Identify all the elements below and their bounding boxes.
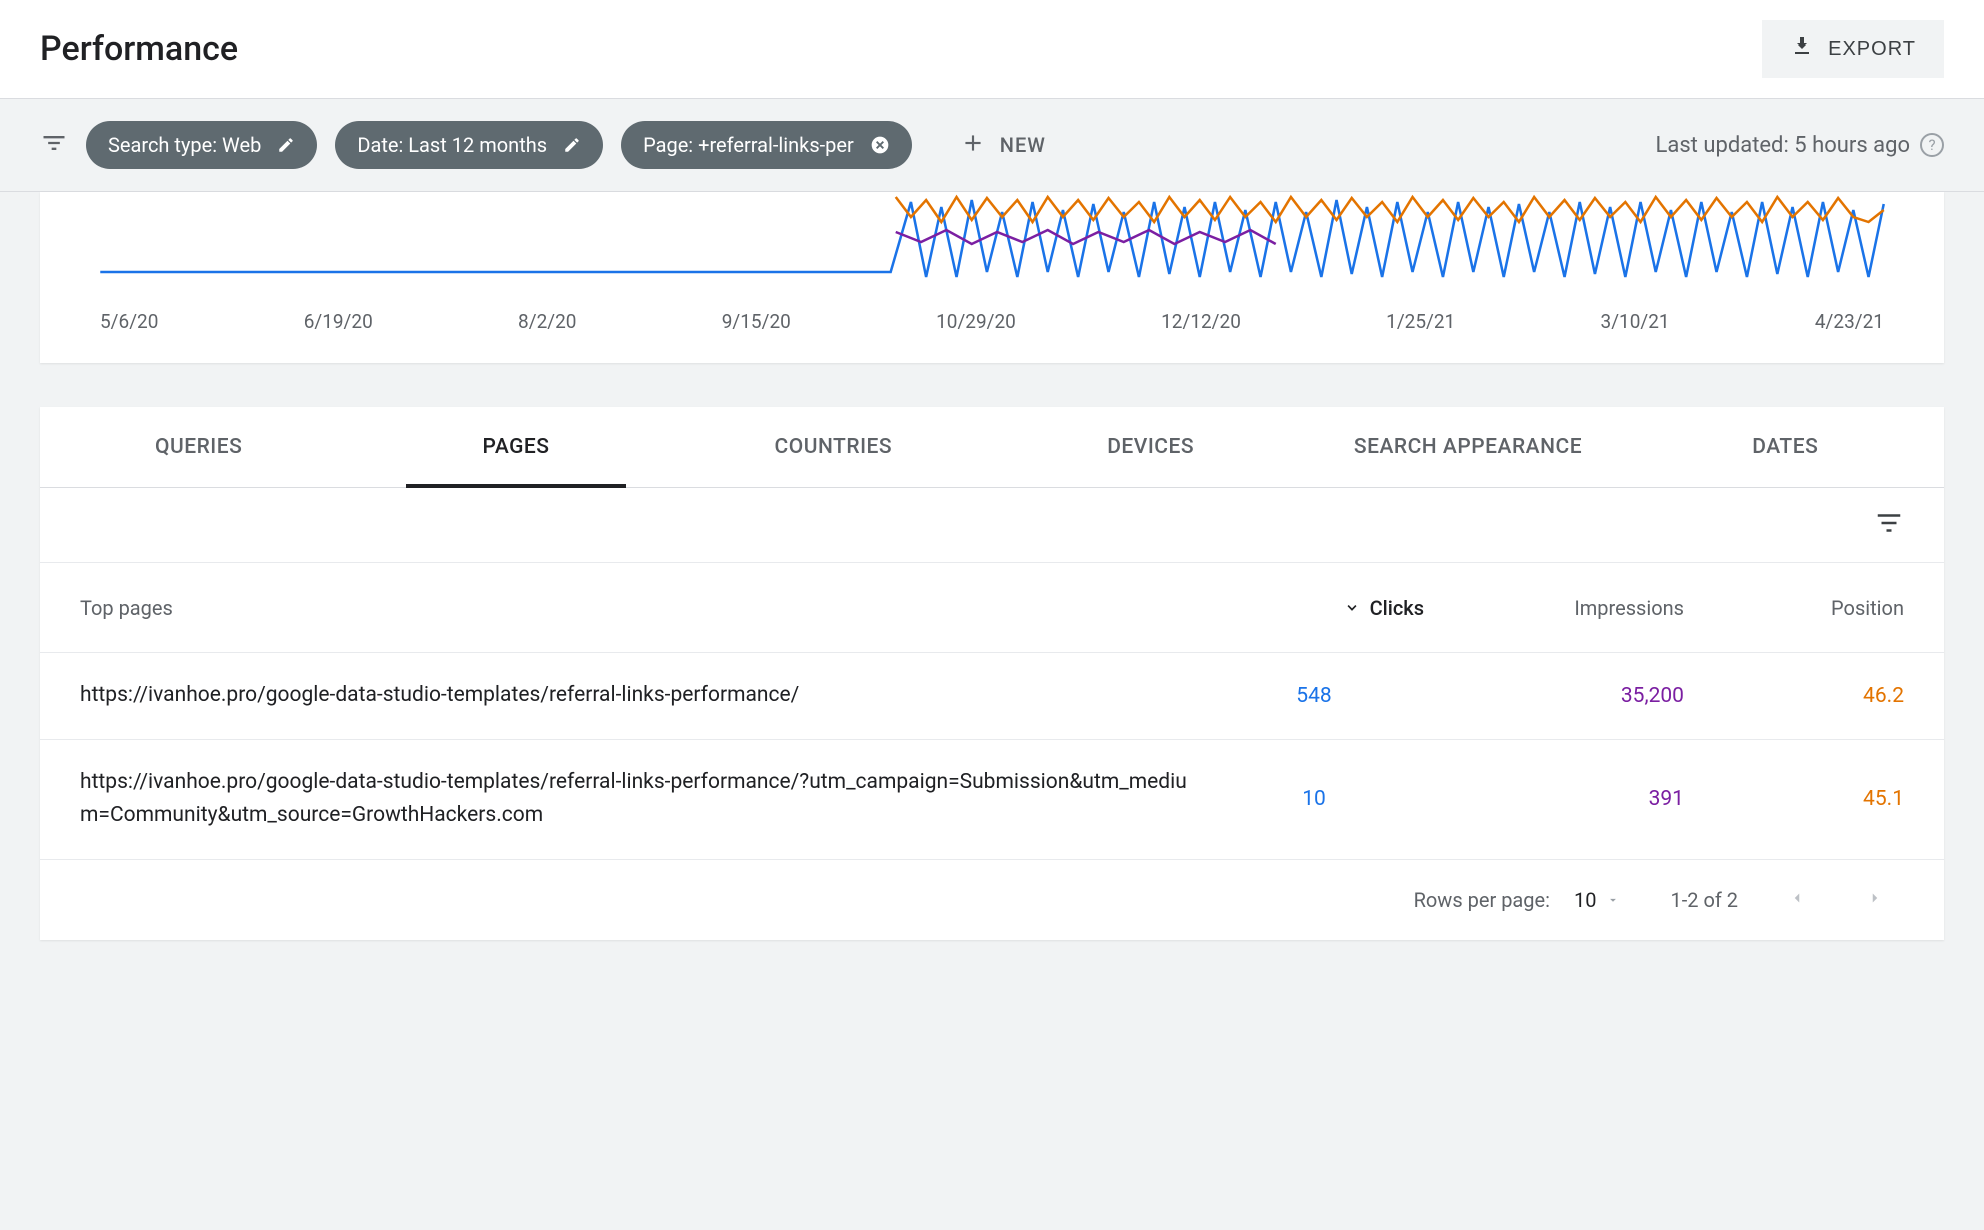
download-icon [1790, 34, 1814, 64]
chart-svg [80, 192, 1904, 292]
rows-per-page-value: 10 [1574, 888, 1596, 912]
filter-icon[interactable] [1874, 508, 1904, 542]
chip-search-type[interactable]: Search type: Web [86, 121, 317, 169]
tab-search-appearance[interactable]: SEARCH APPEARANCE [1309, 407, 1626, 487]
filter-bar: Search type: Web Date: Last 12 months Pa… [0, 99, 1984, 192]
arrow-down-icon [1342, 595, 1362, 620]
chart-area [80, 192, 1904, 292]
tab-devices[interactable]: DEVICES [992, 407, 1309, 487]
prev-page-button[interactable] [1788, 888, 1806, 912]
pencil-icon [277, 136, 295, 154]
tab-countries[interactable]: COUNTRIES [675, 407, 992, 487]
tab-dates[interactable]: DATES [1627, 407, 1944, 487]
page-title: Performance [40, 29, 238, 69]
x-tick: 4/23/21 [1815, 310, 1884, 333]
cell-clicks: 548 [1204, 684, 1424, 708]
cell-url: https://ivanhoe.pro/google-data-studio-t… [80, 766, 1204, 833]
chip-page[interactable]: Page: +referral-links-per [621, 121, 912, 169]
plus-icon [960, 130, 986, 161]
last-updated: Last updated: 5 hours ago ? [1656, 133, 1944, 158]
th-clicks-label: Clicks [1370, 596, 1424, 620]
chip-label: Search type: Web [108, 133, 261, 157]
next-page-button[interactable] [1866, 888, 1884, 912]
chip-label: Page: +referral-links-per [643, 133, 854, 157]
cell-impressions: 35,200 [1424, 684, 1684, 708]
th-impressions[interactable]: Impressions [1424, 596, 1684, 620]
cell-clicks: 10 [1204, 787, 1424, 811]
chip-label: Date: Last 12 months [357, 133, 547, 157]
tab-queries[interactable]: QUERIES [40, 407, 357, 487]
page-header: Performance EXPORT [0, 0, 1984, 99]
cell-position: 45.1 [1684, 787, 1904, 811]
x-tick: 9/15/20 [722, 310, 791, 333]
x-axis: 5/6/20 6/19/20 8/2/20 9/15/20 10/29/20 1… [80, 292, 1904, 333]
x-tick: 12/12/20 [1161, 310, 1241, 333]
caret-down-icon [1606, 888, 1620, 912]
rows-per-page-dropdown[interactable]: 10 [1574, 888, 1620, 912]
chip-date[interactable]: Date: Last 12 months [335, 121, 603, 169]
th-position[interactable]: Position [1684, 596, 1904, 620]
help-icon[interactable]: ? [1920, 133, 1944, 157]
table-filter-row [40, 488, 1944, 563]
x-tick: 6/19/20 [304, 310, 373, 333]
page-nav [1788, 888, 1884, 912]
export-label: EXPORT [1828, 38, 1916, 61]
cell-position: 46.2 [1684, 684, 1904, 708]
tab-pages[interactable]: PAGES [357, 407, 674, 487]
th-top-pages: Top pages [80, 596, 1204, 620]
cell-url: https://ivanhoe.pro/google-data-studio-t… [80, 679, 1204, 713]
new-filter-button[interactable]: NEW [960, 130, 1046, 161]
rows-per-page: Rows per page: 10 [1414, 888, 1621, 912]
x-tick: 5/6/20 [100, 310, 158, 333]
x-tick: 10/29/20 [936, 310, 1016, 333]
x-tick: 1/25/21 [1386, 310, 1455, 333]
rows-per-page-label: Rows per page: [1414, 888, 1550, 912]
x-tick: 8/2/20 [518, 310, 576, 333]
pencil-icon [563, 136, 581, 154]
filter-icon[interactable] [40, 129, 68, 161]
last-updated-text: Last updated: 5 hours ago [1656, 133, 1910, 158]
new-label: NEW [1000, 133, 1046, 157]
x-tick: 3/10/21 [1601, 310, 1670, 333]
th-clicks[interactable]: Clicks [1204, 595, 1424, 620]
table-row[interactable]: https://ivanhoe.pro/google-data-studio-t… [40, 740, 1944, 860]
tabs: QUERIES PAGES COUNTRIES DEVICES SEARCH A… [40, 407, 1944, 488]
table-card: QUERIES PAGES COUNTRIES DEVICES SEARCH A… [40, 407, 1944, 940]
close-icon[interactable] [870, 135, 890, 155]
table-header: Top pages Clicks Impressions Position [40, 563, 1944, 653]
cell-impressions: 391 [1424, 787, 1684, 811]
export-button[interactable]: EXPORT [1762, 20, 1944, 78]
table-row[interactable]: https://ivanhoe.pro/google-data-studio-t… [40, 653, 1944, 740]
pagination: Rows per page: 10 1-2 of 2 [40, 860, 1944, 940]
chart-card: 5/6/20 6/19/20 8/2/20 9/15/20 10/29/20 1… [40, 192, 1944, 363]
pagination-range: 1-2 of 2 [1670, 888, 1738, 912]
